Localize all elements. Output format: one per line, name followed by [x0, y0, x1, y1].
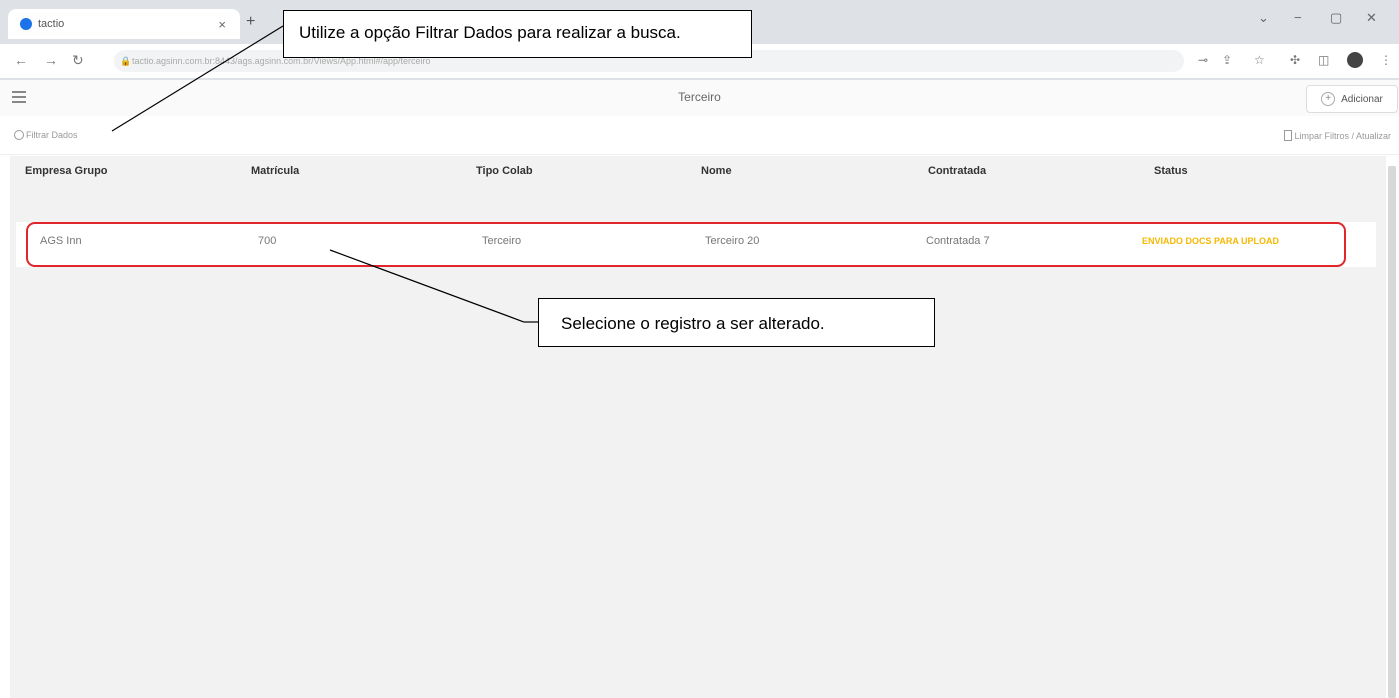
close-window-button[interactable]: ✕ [1366, 10, 1377, 26]
page-title: Terceiro [678, 90, 721, 104]
scrollbar[interactable] [1388, 166, 1396, 698]
extensions-icon[interactable]: ✣ [1290, 53, 1300, 67]
tab-search-icon[interactable]: ⌄ [1258, 10, 1269, 26]
maximize-button[interactable]: ▢ [1330, 10, 1342, 26]
column-header-contratada[interactable]: Contratada [928, 165, 986, 177]
filter-bar: Filtrar Dados Limpar Filtros / Atualizar [0, 118, 1399, 155]
minimize-button[interactable]: − [1294, 10, 1302, 25]
plus-circle-icon: + [1321, 92, 1336, 106]
tab-close-icon[interactable]: × [218, 17, 226, 32]
reload-icon[interactable]: ↻ [72, 52, 84, 69]
filter-placeholder: Filtrar Dados [26, 130, 78, 140]
menu-kebab-icon[interactable]: ⋮ [1380, 53, 1392, 67]
sidepanel-icon[interactable]: ◫ [1318, 53, 1329, 67]
filter-input[interactable]: Filtrar Dados [14, 130, 78, 140]
column-header-nome[interactable]: Nome [701, 165, 732, 177]
callout-filter-hint: Utilize a opção Filtrar Dados para reali… [283, 10, 752, 58]
search-icon [14, 130, 24, 140]
key-icon[interactable]: ⊸ [1198, 53, 1208, 67]
column-header-empresa-grupo[interactable]: Empresa Grupo [25, 165, 108, 177]
back-icon[interactable]: ← [14, 52, 28, 68]
profile-avatar[interactable] [1347, 52, 1363, 68]
trash-icon [1284, 130, 1293, 141]
clear-filters-label: Limpar Filtros / Atualizar [1294, 130, 1391, 141]
column-header-tipo-colab[interactable]: Tipo Colab [476, 165, 533, 177]
add-button-label: Adicionar [1341, 93, 1383, 105]
share-icon[interactable]: ⇪ [1222, 53, 1232, 67]
favicon-icon [20, 18, 32, 30]
column-header-status[interactable]: Status [1154, 165, 1188, 177]
star-icon[interactable]: ☆ [1254, 53, 1265, 67]
add-button[interactable]: + Adicionar [1306, 85, 1398, 113]
row-highlight-outline [26, 222, 1346, 267]
browser-tab[interactable]: tactio × [8, 9, 240, 39]
column-header-matricula[interactable]: Matrícula [251, 165, 299, 177]
clear-filters-button[interactable]: Limpar Filtros / Atualizar [1284, 130, 1391, 141]
callout-select-hint: Selecione o registro a ser alterado. [538, 298, 935, 347]
app-header: Terceiro + Adicionar [0, 80, 1399, 116]
forward-icon[interactable]: → [44, 52, 58, 68]
new-tab-button[interactable]: + [246, 13, 255, 31]
lock-icon: 🔒 [120, 56, 132, 66]
tab-title: tactio [38, 18, 65, 30]
